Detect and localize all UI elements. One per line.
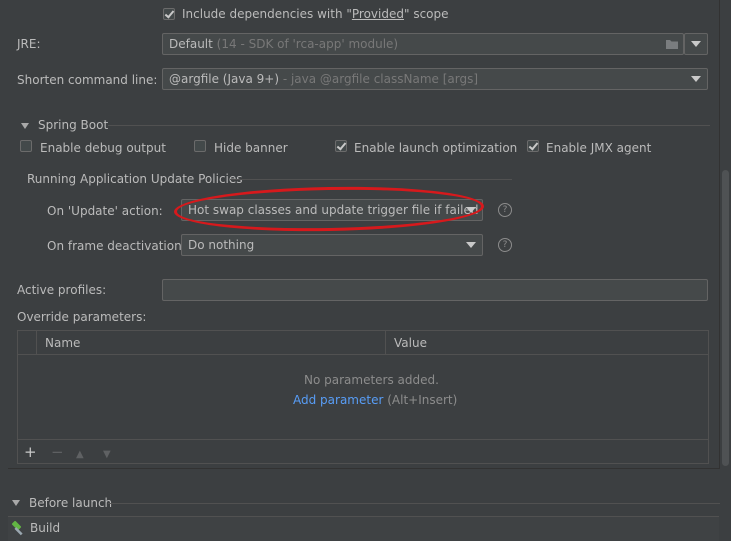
move-down-icon[interactable]: ▼ xyxy=(103,447,111,462)
add-parameter-shortcut: (Alt+Insert) xyxy=(383,393,458,407)
update-policies-separator xyxy=(230,179,512,180)
table-header: Name Value xyxy=(18,331,708,355)
add-icon[interactable]: + xyxy=(24,445,37,460)
column-divider xyxy=(36,331,37,354)
hide-banner-checkbox[interactable] xyxy=(194,140,206,152)
enable-jmx-agent-label: Enable JMX agent xyxy=(546,141,652,155)
add-parameter-link[interactable]: Add parameter xyxy=(293,393,383,407)
enable-launch-optimization-label: Enable launch optimization xyxy=(354,141,518,155)
shorten-command-line-select[interactable]: @argfile (Java 9+) - java @argfile class… xyxy=(162,68,708,90)
include-dependencies-label: Include dependencies with "Provided" sco… xyxy=(182,7,449,21)
empty-table-text: No parameters added. xyxy=(304,373,439,387)
spring-boot-separator xyxy=(108,125,710,126)
jre-value: Default (14 - SDK of 'rca-app' module) xyxy=(169,37,399,51)
collapse-spring-boot-icon[interactable] xyxy=(21,123,29,129)
shorten-command-line-label: Shorten command line: xyxy=(17,73,158,87)
chevron-down-icon xyxy=(466,242,476,248)
enable-debug-output-label: Enable debug output xyxy=(40,141,166,155)
on-update-action-label: On 'Update' action: xyxy=(47,204,163,218)
update-policies-title: Running Application Update Policies xyxy=(27,172,243,186)
vertical-scrollbar-thumb[interactable] xyxy=(722,170,729,466)
column-header-name[interactable]: Name xyxy=(45,336,80,350)
enable-jmx-agent-checkbox[interactable] xyxy=(527,140,539,152)
on-frame-deactivation-label: On frame deactivation: xyxy=(47,239,186,253)
spring-boot-section-title[interactable]: Spring Boot xyxy=(38,118,108,132)
shorten-command-line-value: @argfile (Java 9+) - java @argfile class… xyxy=(169,72,479,86)
column-divider xyxy=(385,331,386,354)
jre-dropdown-button[interactable] xyxy=(684,33,708,55)
active-profiles-input[interactable] xyxy=(162,279,708,301)
override-parameters-label: Override parameters: xyxy=(17,310,147,324)
enable-launch-optimization-checkbox[interactable] xyxy=(335,140,347,152)
column-header-value[interactable]: Value xyxy=(394,336,427,350)
hammer-icon xyxy=(11,521,23,536)
build-label: Build xyxy=(30,521,61,535)
add-parameter-row: Add parameter (Alt+Insert) xyxy=(293,393,457,407)
before-launch-separator xyxy=(108,503,720,504)
chevron-down-icon xyxy=(691,76,701,82)
include-dependencies-checkbox[interactable] xyxy=(163,8,175,20)
on-frame-deactivation-select[interactable]: Do nothing xyxy=(181,234,483,256)
folder-icon[interactable] xyxy=(665,38,679,50)
enable-debug-output-checkbox[interactable] xyxy=(20,140,32,152)
hide-banner-label: Hide banner xyxy=(214,141,288,155)
on-frame-deactivation-value: Do nothing xyxy=(188,238,255,252)
active-profiles-label: Active profiles: xyxy=(17,283,107,297)
chevron-down-icon xyxy=(691,41,701,47)
move-up-icon[interactable]: ▲ xyxy=(76,447,84,462)
collapse-before-launch-icon[interactable] xyxy=(12,500,20,506)
help-icon[interactable]: ? xyxy=(498,203,512,217)
before-launch-build-row[interactable]: Build xyxy=(8,516,719,541)
remove-icon[interactable]: − xyxy=(51,445,64,460)
before-launch-title[interactable]: Before launch xyxy=(29,496,112,510)
help-icon[interactable]: ? xyxy=(498,238,512,252)
override-parameters-table: Name Value No parameters added. Add para… xyxy=(17,330,709,464)
table-toolbar-separator xyxy=(18,439,708,440)
jre-label: JRE: xyxy=(17,37,41,51)
jre-field[interactable]: Default (14 - SDK of 'rca-app' module) xyxy=(162,33,684,55)
